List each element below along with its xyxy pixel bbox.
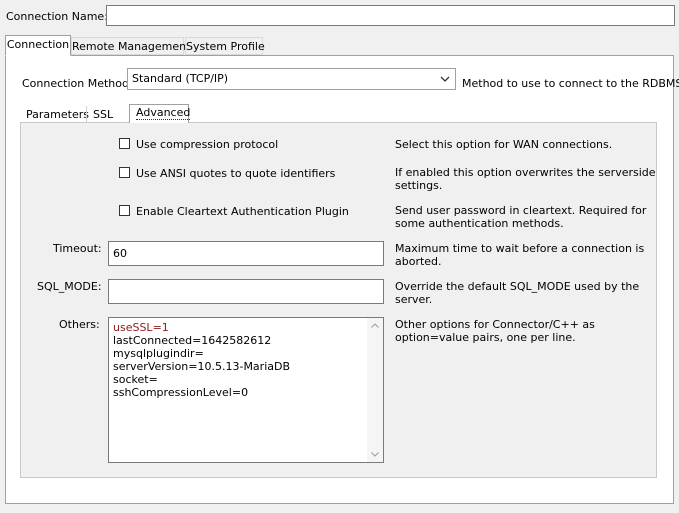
- cleartext-auth-description: Send user password in cleartext. Require…: [395, 204, 646, 230]
- connection-name-input[interactable]: [106, 5, 675, 26]
- others-line: lastConnected=1642582612: [113, 334, 272, 347]
- compression-description-line: Select this option for WAN connections.: [395, 138, 613, 151]
- cleartext-auth-checkbox[interactable]: [119, 205, 130, 216]
- scroll-up-arrow-icon[interactable]: [371, 323, 379, 328]
- subtab-parameters[interactable]: Parameters: [26, 108, 89, 121]
- connection-method-label: Connection Method:: [22, 77, 133, 90]
- cleartext-description-line-2: some authentication methods.: [395, 217, 564, 230]
- sql-mode-description-line-2: server.: [395, 293, 433, 306]
- timeout-description-line-1: Maximum time to wait before a connection…: [395, 242, 645, 255]
- cleartext-description-line-1: Send user password in cleartext. Require…: [395, 204, 647, 217]
- others-line: mysqlplugindir=: [113, 347, 204, 360]
- others-description-line-2: option=value pairs, one per line.: [395, 331, 576, 344]
- connection-name-label: Connection Name:: [6, 10, 108, 23]
- sql-mode-input[interactable]: [108, 279, 384, 304]
- compression-checkbox[interactable]: [119, 138, 130, 149]
- others-line: sshCompressionLevel=0: [113, 386, 249, 399]
- cleartext-auth-label[interactable]: Enable Cleartext Authentication Plugin: [136, 205, 349, 218]
- ansi-quotes-checkbox[interactable]: [119, 167, 130, 178]
- sql-mode-label: SQL_MODE:: [37, 280, 102, 293]
- connection-method-value: Standard (TCP/IP): [132, 72, 229, 85]
- timeout-description: Maximum time to wait before a connection…: [395, 242, 644, 268]
- timeout-description-line-2: aborted.: [395, 255, 442, 268]
- scroll-down-arrow-icon[interactable]: [371, 452, 379, 457]
- timeout-input[interactable]: 60: [108, 241, 384, 266]
- others-scrollbar[interactable]: [367, 318, 383, 462]
- tab-remote-management[interactable]: Remote Management: [71, 37, 190, 55]
- others-line: serverVersion=10.5.13-MariaDB: [113, 360, 291, 373]
- compression-label[interactable]: Use compression protocol: [136, 138, 278, 151]
- ansi-quotes-description-line-2: settings.: [395, 179, 443, 192]
- subtab-divider: [86, 106, 87, 122]
- sql-mode-description-line-1: Override the default SQL_MODE used by th…: [395, 280, 640, 293]
- others-textarea[interactable]: useSSL=1 lastConnected=1642582612 mysqlp…: [108, 317, 384, 463]
- connection-method-description: Method to use to connect to the RDBMS: [462, 77, 679, 90]
- subtab-advanced-label: Advanced: [136, 106, 191, 120]
- others-label: Others:: [59, 318, 100, 331]
- sql-mode-description: Override the default SQL_MODE used by th…: [395, 280, 639, 306]
- ansi-quotes-description: If enabled this option overwrites the se…: [395, 166, 656, 192]
- tab-system-profile[interactable]: System Profile: [185, 37, 265, 55]
- compression-description: Select this option for WAN connections.: [395, 138, 612, 151]
- chevron-down-icon: [440, 76, 450, 82]
- others-line: useSSL=1: [113, 321, 169, 334]
- timeout-label: Timeout:: [53, 242, 102, 255]
- subtab-ssl[interactable]: SSL: [93, 108, 113, 121]
- ansi-quotes-description-line-1: If enabled this option overwrites the se…: [395, 166, 656, 179]
- ansi-quotes-label[interactable]: Use ANSI quotes to quote identifiers: [136, 167, 335, 180]
- subtab-advanced[interactable]: Advanced: [129, 104, 191, 123]
- others-description-line-1: Other options for Connector/C++ as: [395, 318, 595, 331]
- others-description: Other options for Connector/C++ as optio…: [395, 318, 595, 344]
- tab-connection[interactable]: Connection: [5, 35, 71, 56]
- connection-method-select[interactable]: Standard (TCP/IP): [127, 68, 456, 90]
- others-line: socket=: [113, 373, 158, 386]
- others-text: useSSL=1 lastConnected=1642582612 mysqlp…: [113, 321, 290, 399]
